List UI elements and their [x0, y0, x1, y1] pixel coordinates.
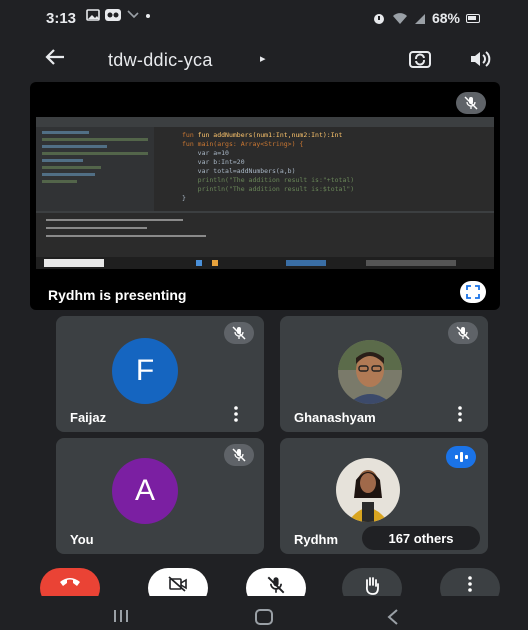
others-count-button[interactable]: 167 others: [362, 526, 480, 550]
presentation-tile[interactable]: fun fun addNumbers(num1:Int,num2:Int):In…: [30, 82, 500, 310]
shared-screen: fun fun addNumbers(num1:Int,num2:Int):In…: [36, 117, 494, 269]
code-line: var b:Int=20: [182, 158, 245, 166]
signal-icon: [414, 13, 425, 24]
raise-hand-icon: [365, 577, 379, 595]
dot-icon: [146, 14, 150, 18]
speaking-indicator-icon: [446, 446, 476, 468]
fullscreen-button[interactable]: [460, 281, 486, 303]
code-line: fun main(args: Array<String>) {: [182, 140, 304, 148]
participant-tile[interactable]: Ghanashyam: [280, 316, 488, 432]
android-navigation-bar: [0, 596, 528, 630]
code-line: }: [182, 194, 186, 202]
avatar: [336, 458, 400, 522]
code-line: println("The addition result is:$total"): [182, 185, 355, 193]
code-line: fun addNumbers(num1:Int,num2:Int):Int: [197, 131, 343, 139]
more-vert-icon[interactable]: [458, 406, 462, 422]
gallery-icon: [86, 9, 100, 21]
avatar: A: [112, 458, 178, 524]
mute-badge: [224, 322, 254, 344]
call-controls: [0, 560, 528, 608]
mic-off-icon: [232, 448, 246, 462]
meeting-header: tdw-ddic-yca ▸: [0, 38, 528, 80]
recent-apps-icon[interactable]: [112, 608, 130, 624]
camera-switch-icon[interactable]: [408, 48, 432, 70]
participant-tile[interactable]: F Faijaz: [56, 316, 264, 432]
participant-name: Ghanashyam: [294, 410, 376, 425]
code-line: var a=10: [182, 149, 229, 157]
home-icon[interactable]: [254, 608, 274, 626]
mic-off-icon: [456, 326, 470, 340]
more-vert-icon[interactable]: [234, 406, 238, 422]
avatar: [338, 340, 402, 404]
participant-tile-self[interactable]: A You: [56, 438, 264, 554]
code-line: var total=addNumbers(a,b): [182, 167, 296, 175]
status-right-icons: 68%: [372, 10, 480, 26]
back-nav-icon[interactable]: [386, 608, 400, 626]
signal-tool-icon: [127, 10, 139, 19]
status-left-icons: [86, 9, 151, 21]
meeting-details-caret-icon[interactable]: ▸: [260, 52, 266, 65]
status-bar: 3:13 68%: [0, 0, 528, 38]
alarm-icon: [373, 13, 384, 24]
meeting-code[interactable]: tdw-ddic-yca: [108, 50, 213, 71]
wifi-icon: [392, 12, 407, 24]
participant-name: Rydhm: [294, 532, 339, 547]
avatar: F: [112, 338, 178, 404]
status-time: 3:13: [46, 10, 77, 27]
mic-off-icon: [464, 96, 478, 110]
mute-badge: [448, 322, 478, 344]
more-vert-icon: [468, 576, 472, 592]
ide-toolbar: [36, 117, 494, 127]
phone-hangup-icon: [60, 578, 80, 586]
mic-off-icon: [232, 326, 246, 340]
mic-off-icon: [267, 576, 285, 594]
mute-badge: [224, 444, 254, 466]
battery-icon: [466, 13, 480, 23]
teams-icon: [105, 9, 121, 21]
presenter-mute-badge: [456, 92, 486, 114]
participant-name: Faijaz: [70, 410, 107, 425]
code-line: println("The addition result is:"+total): [182, 176, 355, 184]
ide-console: [36, 211, 494, 257]
code-editor: fun fun addNumbers(num1:Int,num2:Int):In…: [154, 127, 494, 211]
back-arrow-icon[interactable]: [44, 46, 66, 74]
battery-percent: 68%: [431, 10, 460, 26]
windows-taskbar: [36, 257, 494, 269]
presenter-label: Rydhm is presenting: [48, 287, 187, 303]
camera-off-icon: [168, 576, 187, 592]
fullscreen-icon: [466, 285, 480, 299]
participant-name: You: [70, 532, 94, 547]
speaker-icon[interactable]: [468, 48, 492, 70]
ide-project-tree: [36, 127, 154, 211]
